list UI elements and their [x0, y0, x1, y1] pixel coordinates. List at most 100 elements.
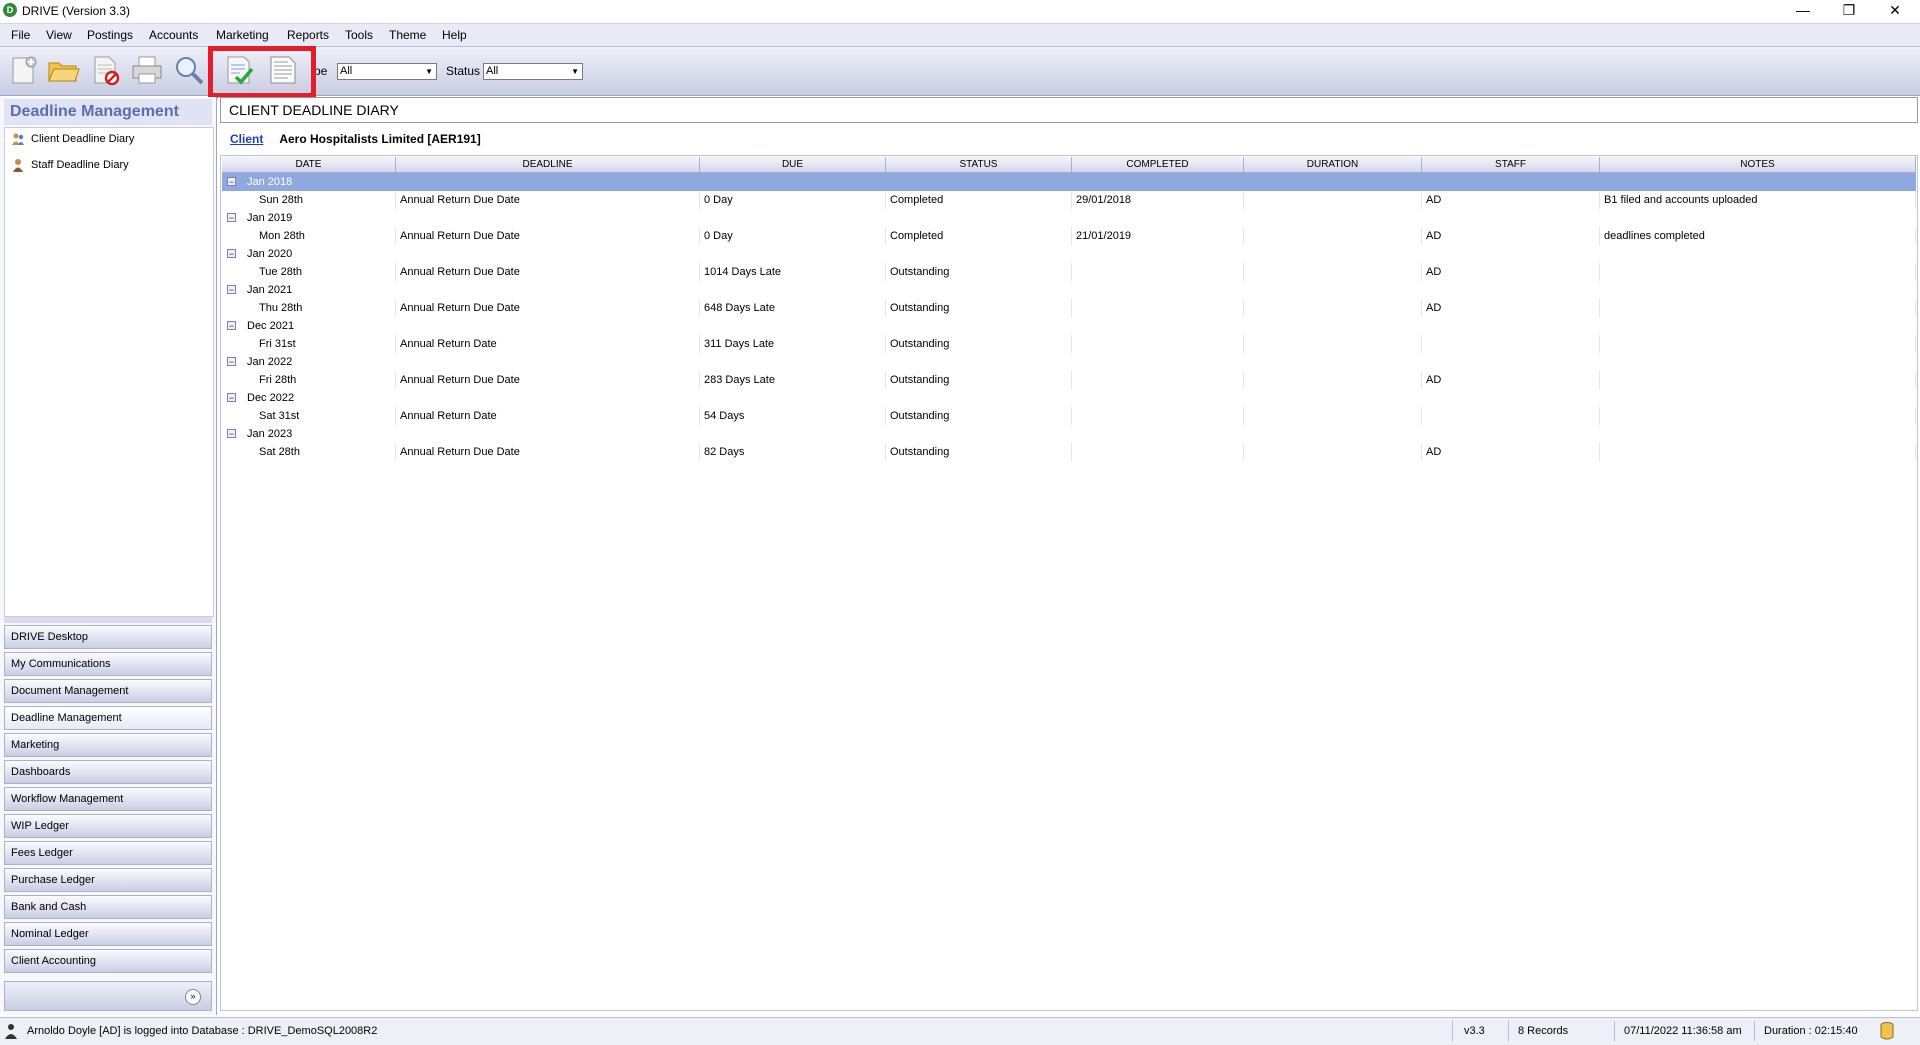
- group-label: Jan 2018: [247, 176, 293, 188]
- cell-duration: [1244, 263, 1422, 281]
- nav-btn-purchase-ledger[interactable]: Purchase Ledger: [4, 868, 212, 892]
- group-row[interactable]: − Jan 2021: [222, 281, 1916, 299]
- cell-status: Completed: [886, 227, 1072, 245]
- group-row[interactable]: − Jan 2020: [222, 245, 1916, 263]
- menu-file[interactable]: File: [11, 28, 30, 42]
- col-head-completed[interactable]: COMPLETED: [1072, 157, 1244, 173]
- cell-staff: AD: [1422, 191, 1600, 209]
- group-row[interactable]: − Jan 2022: [222, 353, 1916, 371]
- print-icon[interactable]: [130, 53, 164, 87]
- app-logo-icon: D: [3, 3, 17, 17]
- collapse-icon[interactable]: −: [227, 393, 236, 403]
- nav-btn-nominal-ledger[interactable]: Nominal Ledger: [4, 922, 212, 946]
- table-row[interactable]: Thu 28th Annual Return Due Date 648 Days…: [222, 299, 1916, 317]
- table-row[interactable]: Sat 28th Annual Return Due Date 82 Days …: [222, 443, 1916, 461]
- client-link[interactable]: Client: [230, 132, 263, 146]
- cell-deadline: Annual Return Date: [396, 407, 700, 425]
- cell-date: Sat 31st: [222, 407, 396, 425]
- nav-btn-my-communications[interactable]: My Communications: [4, 652, 212, 676]
- nav-btn-fees-ledger[interactable]: Fees Ledger: [4, 841, 212, 865]
- table-row[interactable]: Sat 31st Annual Return Date 54 Days Outs…: [222, 407, 1916, 425]
- type-filter-select[interactable]: All ▼: [337, 63, 437, 80]
- menu-postings[interactable]: Postings: [87, 28, 133, 42]
- new-document-icon[interactable]: [6, 53, 40, 87]
- menu-marketing[interactable]: Marketing: [216, 28, 269, 42]
- table-row[interactable]: Fri 31st Annual Return Date 311 Days Lat…: [222, 335, 1916, 353]
- nav-btn-client-accounting[interactable]: Client Accounting: [4, 949, 212, 973]
- nav-btn-workflow-management[interactable]: Workflow Management: [4, 787, 212, 811]
- collapse-icon[interactable]: −: [227, 213, 236, 223]
- delete-document-icon[interactable]: [88, 53, 122, 87]
- status-user: Arnoldo Doyle [AD] is logged into Databa…: [27, 1025, 378, 1037]
- group-row[interactable]: − Jan 2018: [222, 173, 1916, 191]
- cell-deadline: Annual Return Due Date: [396, 443, 700, 461]
- group-row[interactable]: − Jan 2023: [222, 425, 1916, 443]
- cell-status: Outstanding: [886, 407, 1072, 425]
- minimize-button[interactable]: —: [1780, 0, 1826, 22]
- collapse-icon[interactable]: −: [227, 285, 236, 295]
- col-head-date[interactable]: DATE: [222, 157, 396, 173]
- chevron-down-icon: ▼: [571, 67, 579, 76]
- cell-deadline: Annual Return Due Date: [396, 227, 700, 245]
- nav-btn-wip-ledger[interactable]: WIP Ledger: [4, 814, 212, 838]
- cell-notes: [1600, 443, 1916, 461]
- col-head-staff[interactable]: STAFF: [1422, 157, 1600, 173]
- table-row[interactable]: Sun 28th Annual Return Due Date 0 Day Co…: [222, 191, 1916, 209]
- cell-duration: [1244, 299, 1422, 317]
- expand-icon[interactable]: »: [185, 989, 201, 1005]
- cell-staff: [1422, 407, 1600, 425]
- cell-date: Fri 31st: [222, 335, 396, 353]
- nav-btn-dashboards[interactable]: Dashboards: [4, 760, 212, 784]
- nav-btn-marketing[interactable]: Marketing: [4, 733, 212, 757]
- table-row[interactable]: Mon 28th Annual Return Due Date 0 Day Co…: [222, 227, 1916, 245]
- tree-item-staff-deadline-diary[interactable]: Staff Deadline Diary: [11, 158, 129, 172]
- table-row[interactable]: Fri 28th Annual Return Due Date 283 Days…: [222, 371, 1916, 389]
- nav-btn-bank-and-cash[interactable]: Bank and Cash: [4, 895, 212, 919]
- group-row[interactable]: − Dec 2021: [222, 317, 1916, 335]
- open-folder-icon[interactable]: [46, 53, 80, 87]
- collapse-icon[interactable]: −: [227, 321, 236, 331]
- col-head-duration[interactable]: DURATION: [1244, 157, 1422, 173]
- status-filter-select[interactable]: All ▼: [483, 63, 583, 80]
- col-head-deadline[interactable]: DEADLINE: [396, 157, 700, 173]
- collapse-icon[interactable]: −: [227, 429, 236, 439]
- close-button[interactable]: ✕: [1872, 0, 1918, 22]
- group-row[interactable]: − Dec 2022: [222, 389, 1916, 407]
- cell-notes: deadlines completed: [1600, 227, 1916, 245]
- menu-reports[interactable]: Reports: [287, 28, 329, 42]
- cell-staff: AD: [1422, 371, 1600, 389]
- cell-duration: [1244, 407, 1422, 425]
- search-icon[interactable]: [172, 53, 206, 87]
- col-head-due[interactable]: DUE: [700, 157, 886, 173]
- collapse-icon[interactable]: −: [227, 177, 236, 187]
- cell-deadline: Annual Return Date: [396, 335, 700, 353]
- group-row[interactable]: − Jan 2019: [222, 209, 1916, 227]
- cell-notes: [1600, 371, 1916, 389]
- menu-view[interactable]: View: [46, 28, 72, 42]
- tree-item-client-deadline-diary[interactable]: Client Deadline Diary: [11, 132, 134, 146]
- cell-due: 311 Days Late: [700, 335, 886, 353]
- nav-splitter[interactable]: [4, 617, 212, 623]
- cell-due: 0 Day: [700, 227, 886, 245]
- status-separator: [1754, 1021, 1755, 1041]
- cell-staff: AD: [1422, 227, 1600, 245]
- nav-btn-document-management[interactable]: Document Management: [4, 679, 212, 703]
- collapse-icon[interactable]: −: [227, 249, 236, 259]
- nav-btn-drive-desktop[interactable]: DRIVE Desktop: [4, 625, 212, 649]
- menu-theme[interactable]: Theme: [389, 28, 426, 42]
- collapse-icon[interactable]: −: [227, 357, 236, 367]
- title-bar: D DRIVE (Version 3.3) — ❐ ✕: [0, 0, 1920, 22]
- menu-tools[interactable]: Tools: [345, 28, 373, 42]
- cell-notes: [1600, 407, 1916, 425]
- restore-button[interactable]: ❐: [1826, 0, 1872, 22]
- table-row[interactable]: Tue 28th Annual Return Due Date 1014 Day…: [222, 263, 1916, 281]
- col-head-notes[interactable]: NOTES: [1600, 157, 1916, 173]
- cell-due: 1014 Days Late: [700, 263, 886, 281]
- cell-deadline: Annual Return Due Date: [396, 263, 700, 281]
- col-head-status[interactable]: STATUS: [886, 157, 1072, 173]
- nav-btn-deadline-management[interactable]: Deadline Management: [4, 706, 212, 730]
- menu-help[interactable]: Help: [442, 28, 467, 42]
- nav-bottom-bar: »: [4, 981, 212, 1011]
- group-label: Jan 2020: [247, 248, 293, 260]
- menu-accounts[interactable]: Accounts: [149, 28, 198, 42]
